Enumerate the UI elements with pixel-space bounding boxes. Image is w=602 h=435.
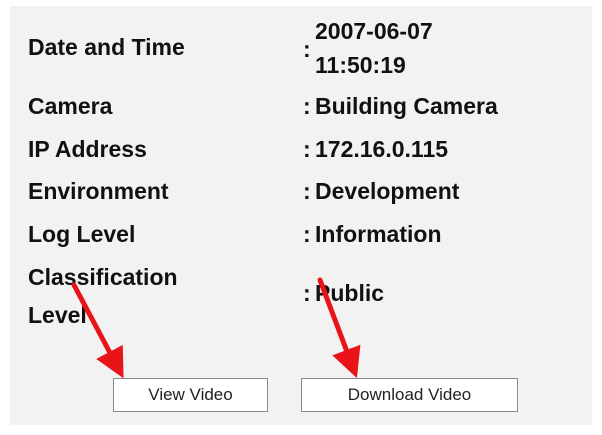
detail-separator: : (303, 280, 311, 306)
detail-value-log-level: Information (315, 221, 442, 247)
event-details-panel (10, 6, 592, 425)
detail-value-environment: Development (315, 178, 460, 204)
detail-label-ip-address: IP Address (28, 136, 147, 162)
detail-separator: : (303, 136, 311, 162)
detail-label-date-time: Date and Time (28, 34, 185, 60)
detail-value-classification-level: Public (315, 280, 385, 306)
detail-label-environment: Environment (28, 178, 169, 204)
detail-value-camera: Building Camera (315, 93, 498, 119)
detail-value-time: 11:50:19 (315, 52, 406, 78)
detail-value-ip-address: 172.16.0.115 (315, 136, 449, 162)
detail-separator: : (303, 178, 311, 204)
download-video-button[interactable]: Download Video (301, 378, 518, 412)
detail-label-level: Level (28, 302, 87, 328)
detail-separator: : (303, 221, 311, 247)
detail-label-classification: Classification (28, 264, 178, 290)
view-video-button[interactable]: View Video (113, 378, 268, 412)
detail-separator: : (303, 36, 311, 62)
detail-label-log-level: Log Level (28, 221, 136, 247)
detail-separator: : (303, 93, 311, 119)
detail-label-camera: Camera (28, 93, 113, 119)
detail-value-date: 2007-06-07 (315, 18, 433, 44)
